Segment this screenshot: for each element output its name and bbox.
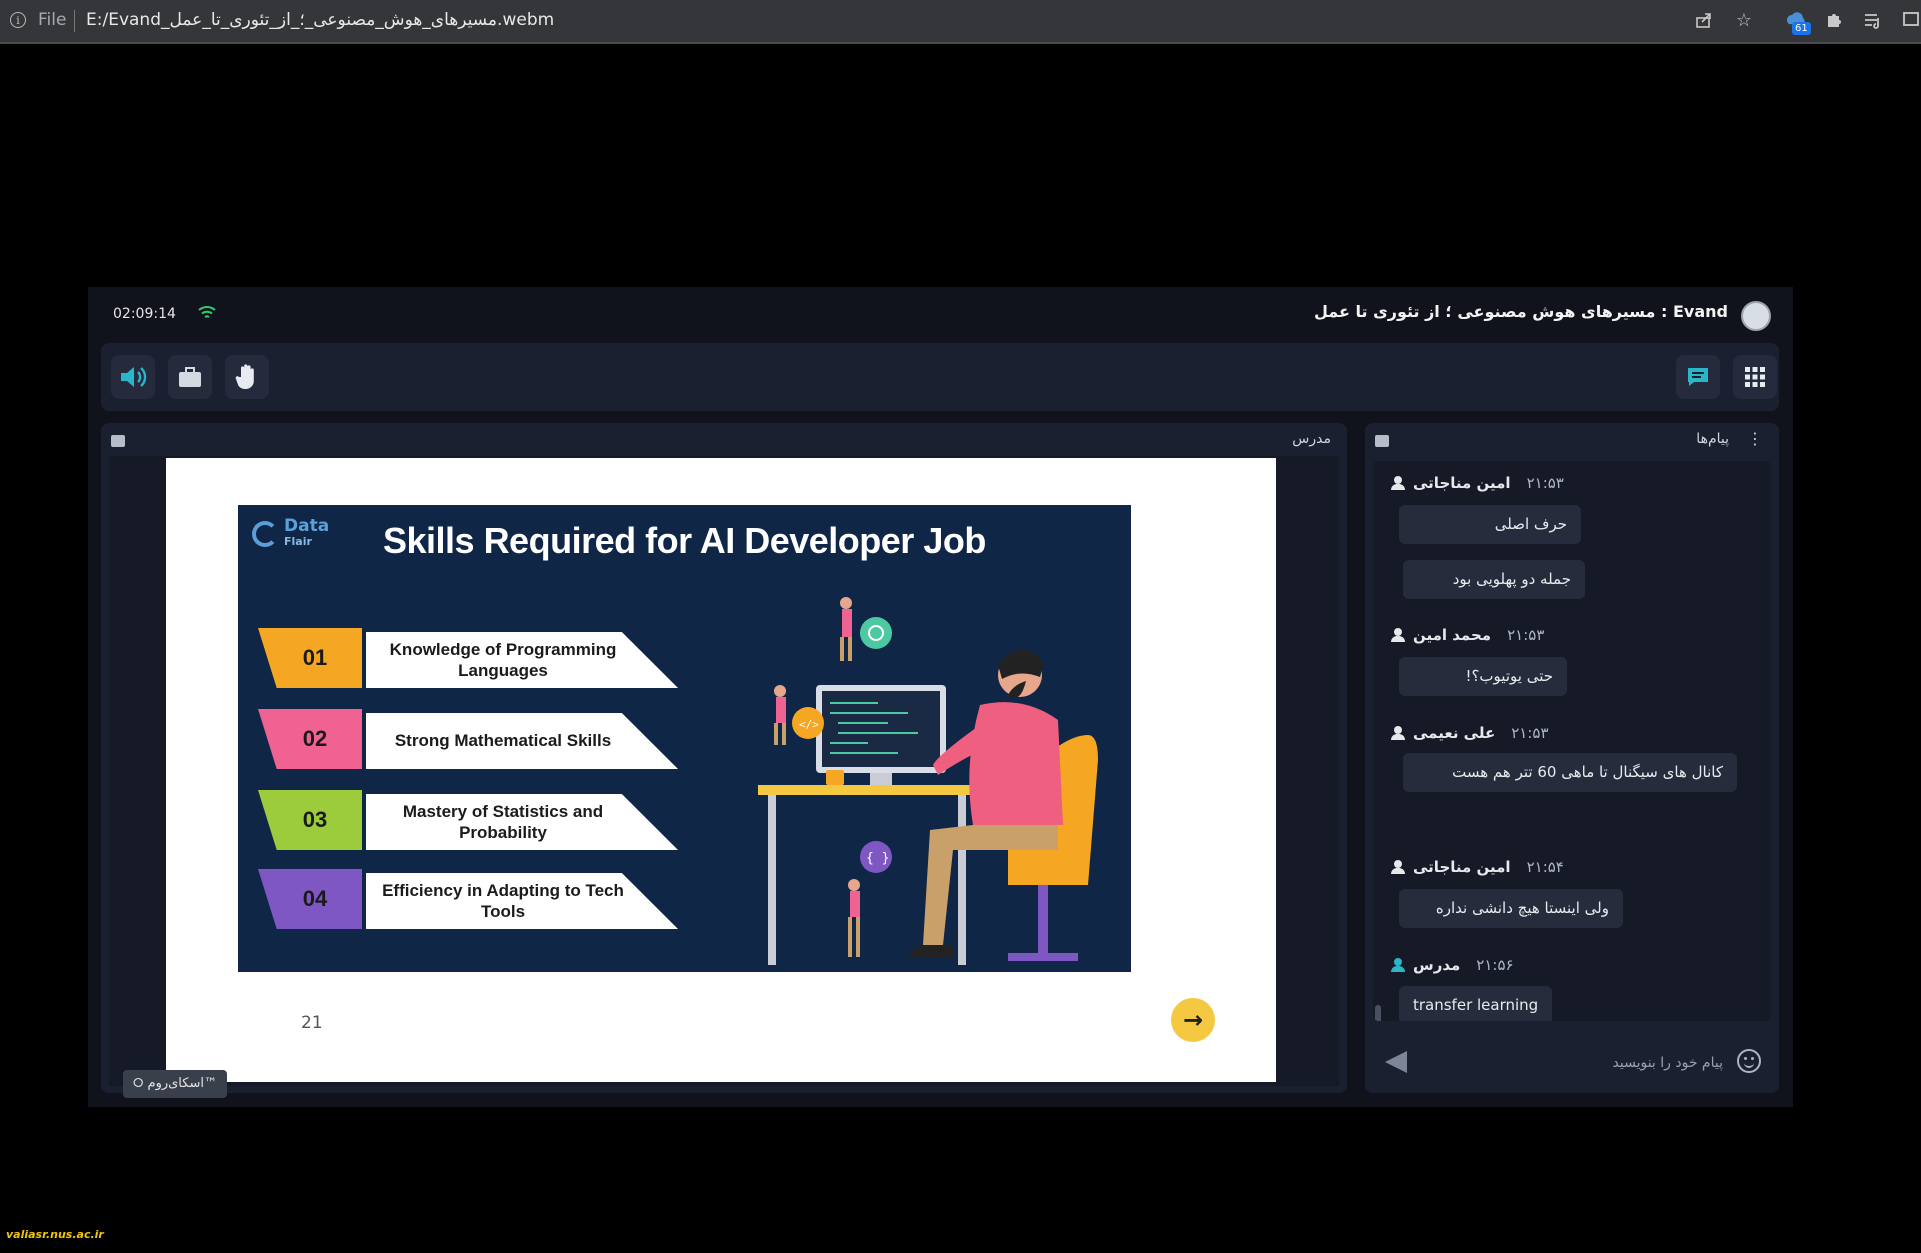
skill-number: 04 xyxy=(258,869,362,929)
skill-text: Knowledge of Programming Languages xyxy=(389,639,617,680)
playlist-icon[interactable] xyxy=(1862,10,1884,32)
wifi-icon xyxy=(198,305,216,321)
apps-grid-icon xyxy=(1745,367,1765,387)
emoji-icon[interactable] xyxy=(1737,1049,1761,1073)
message-list[interactable]: امین مناجاتی ۲۱:۵۳ حرف اصلی جمله دو پهلوی… xyxy=(1373,461,1771,1021)
user-icon xyxy=(1391,859,1405,874)
chat-panel: پیام‌ها ⋮ امین مناجاتی ۲۱:۵۳ حرف اصلی جمل… xyxy=(1365,423,1779,1093)
message-bubble: جمله دو پهلویی بود xyxy=(1403,560,1585,600)
message-bubble: حتی یوتیوب؟! xyxy=(1399,657,1567,697)
url-separator xyxy=(74,10,75,32)
avatar[interactable] xyxy=(1741,301,1771,331)
skyroom-logo: ™اسکای‌روم ⭘ xyxy=(123,1070,227,1098)
user-icon xyxy=(1391,725,1405,740)
chat-scrollbar[interactable] xyxy=(1375,1005,1381,1021)
presenter-label: مدرس xyxy=(1292,431,1331,447)
chat-toggle-button[interactable] xyxy=(1676,355,1720,399)
message-input[interactable] xyxy=(1421,1047,1725,1079)
skill-text: Efficiency in Adapting to Tech Tools xyxy=(382,880,624,921)
skill-item: 01 Knowledge of Programming Languages xyxy=(258,628,678,692)
briefcase-icon xyxy=(179,367,201,387)
chat-panel-icon xyxy=(1375,435,1389,447)
window-icon[interactable] xyxy=(1900,10,1921,32)
slide-area: Data Flair Skills Required for AI Develo… xyxy=(109,456,1339,1098)
share-icon[interactable] xyxy=(1693,10,1715,32)
slide-page-number: 21 xyxy=(301,1013,323,1033)
apps-grid-button[interactable] xyxy=(1733,355,1777,399)
arrow-right-icon: → xyxy=(1182,1006,1204,1034)
slide-title: Skills Required for AI Developer Job xyxy=(383,520,986,561)
next-slide-button[interactable]: → xyxy=(1171,998,1215,1042)
skill-item: 03 Mastery of Statistics and Probability xyxy=(258,790,678,854)
speaker-icon xyxy=(121,367,147,387)
session-timer: 02:09:14 xyxy=(113,306,176,322)
info-icon[interactable]: i xyxy=(10,12,26,28)
message-bubble: کانال های سیگنال تا ماهی 60 تتر هم هست xyxy=(1403,753,1737,793)
message-composer xyxy=(1373,1039,1771,1085)
skills-infographic: Data Flair Skills Required for AI Develo… xyxy=(238,505,1131,972)
skill-text: Strong Mathematical Skills xyxy=(394,731,612,751)
message-bubble: transfer learning xyxy=(1399,986,1553,1021)
svg-text:</>: </> xyxy=(799,718,819,731)
raise-hand-button[interactable] xyxy=(225,355,269,399)
presenter-panel: مدرس Data Flair Skills Required for AI D… xyxy=(101,423,1347,1098)
skill-item: 02 Strong Mathematical Skills xyxy=(258,709,678,773)
presentation-slide: Data Flair Skills Required for AI Develo… xyxy=(166,458,1276,1082)
star-icon[interactable]: ☆ xyxy=(1733,10,1755,32)
message-author-row: علی نعیمی ۲۱:۵۳ xyxy=(1391,723,1549,745)
file-label: File xyxy=(38,10,67,30)
app-header: 02:09:14 Evand : مسیرهای هوش مصنوعی ؛ از… xyxy=(88,287,1793,341)
page-title: Evand : مسیرهای هوش مصنوعی ؛ از تئوری تا… xyxy=(1313,302,1728,321)
more-options-icon[interactable]: ⋮ xyxy=(1747,429,1763,448)
video-frame-app: 02:09:14 Evand : مسیرهای هوش مصنوعی ؛ از… xyxy=(88,287,1793,1107)
chat-icon xyxy=(1688,368,1708,386)
svg-text:{ }: { } xyxy=(866,851,889,866)
browser-address-bar: i File E:/Evand_مسیرهای_هوش_مصنوعی_؛_از_… xyxy=(0,0,1921,44)
chat-header: پیام‌ها ⋮ xyxy=(1365,423,1779,457)
message-bubble: حرف اصلی xyxy=(1399,505,1581,545)
skill-text: Mastery of Statistics and Probability xyxy=(402,801,604,842)
watermark: valiasr.nus.ac.ir xyxy=(6,1228,104,1241)
message-author-row: امین مناجاتی ۲۱:۵۳ xyxy=(1391,473,1564,495)
skill-number: 01 xyxy=(258,628,362,688)
control-toolbar xyxy=(101,343,1779,411)
skill-number: 02 xyxy=(258,709,362,769)
skill-number: 03 xyxy=(258,790,362,850)
message-author-row: محمد امین ۲۱:۵۳ xyxy=(1391,625,1544,647)
user-icon xyxy=(1391,957,1405,972)
message-author-row: مدرس ۲۱:۵۶ xyxy=(1391,955,1514,977)
puzzle-icon[interactable] xyxy=(1823,10,1845,32)
skill-item: 04 Efficiency in Adapting to Tech Tools xyxy=(258,869,678,933)
message-bubble: ولی اینستا هیچ دانشی نداره xyxy=(1399,889,1623,929)
url-text[interactable]: E:/Evand_مسیرهای_هوش_مصنوعی_؛_از_تئوری_ت… xyxy=(86,10,554,30)
developer-illustration: </> { } xyxy=(758,597,1098,965)
raise-hand-icon xyxy=(235,364,254,389)
dataflair-logo-text: Data Flair xyxy=(284,516,330,549)
chat-title: پیام‌ها xyxy=(1696,431,1729,447)
send-icon[interactable] xyxy=(1385,1051,1407,1073)
presenter-panel-icon xyxy=(111,435,125,447)
files-button[interactable] xyxy=(168,355,212,399)
user-icon xyxy=(1391,627,1405,642)
extension-badge: 61 xyxy=(1792,22,1811,35)
user-icon xyxy=(1391,475,1405,490)
speaker-button[interactable] xyxy=(111,355,155,399)
dataflair-logo-icon xyxy=(252,521,278,547)
message-author-row: امین مناجاتی ۲۱:۵۴ xyxy=(1391,857,1564,879)
